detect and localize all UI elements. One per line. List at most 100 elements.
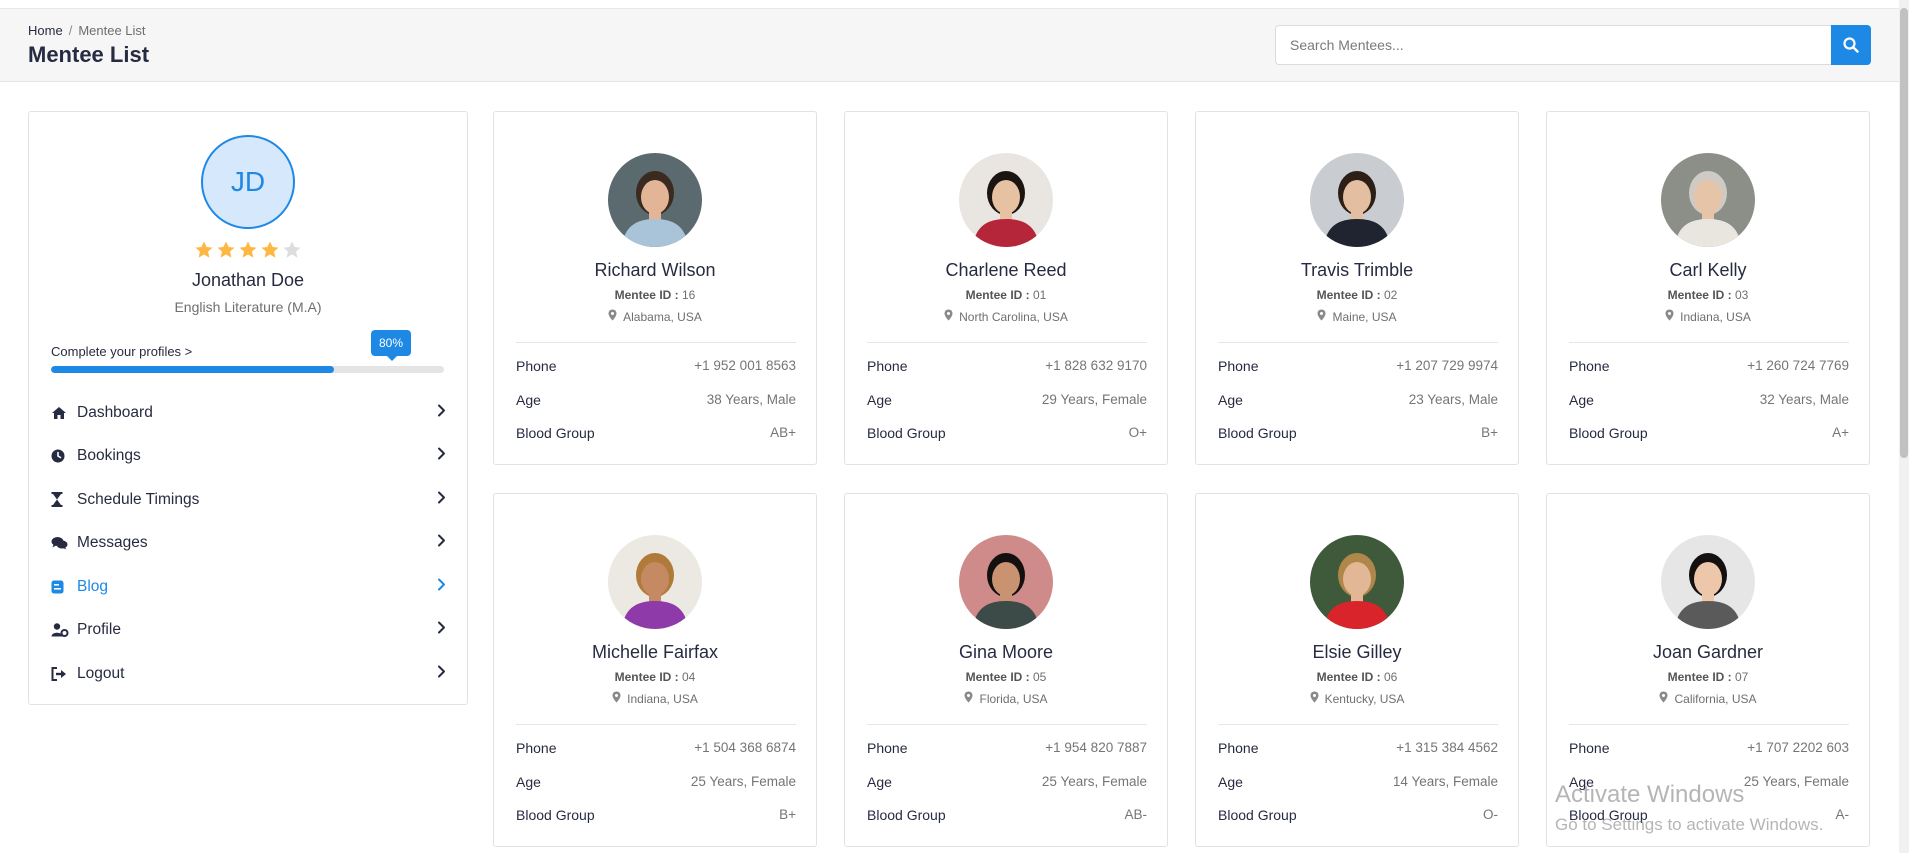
mentee-card[interactable]: Travis Trimble Mentee ID : 02 Maine, USA Ph…	[1195, 111, 1519, 465]
phone-value: +1 207 729 9974	[1396, 358, 1498, 373]
breadcrumb-separator: /	[68, 23, 73, 38]
mentee-card[interactable]: Charlene Reed Mentee ID : 01 North Carolin…	[844, 111, 1168, 465]
card-divider	[1569, 724, 1849, 725]
age-label: Age	[516, 392, 541, 408]
mentee-blood-row: Blood Group O+	[867, 425, 1147, 441]
blood-group-value: O+	[1128, 425, 1147, 440]
mentee-age-row: Age 32 Years, Male	[1569, 392, 1849, 408]
blood-group-value: O-	[1483, 807, 1498, 822]
mentee-name[interactable]: Michelle Fairfax	[494, 642, 816, 663]
sidebar-item-dashboard[interactable]: Dashboard	[51, 391, 446, 435]
profile-name: Jonathan Doe	[191, 270, 305, 290]
mentee-id-value: 04	[682, 670, 696, 684]
mentee-location-text: Indiana, USA	[1680, 309, 1751, 324]
map-marker-icon	[1317, 309, 1332, 324]
phone-label: Phone	[1218, 740, 1259, 756]
mentee-location-text: Kentucky, USA	[1324, 691, 1405, 706]
profile-progress-fill	[51, 366, 334, 373]
card-divider	[1569, 342, 1849, 343]
mentee-age-row: Age 14 Years, Female	[1218, 774, 1498, 790]
profile-progress-bar	[51, 366, 444, 373]
complete-profile-link[interactable]: Complete your profiles >	[51, 344, 192, 359]
blood-group-label: Blood Group	[516, 807, 595, 823]
user-cog-icon	[51, 623, 77, 638]
mentee-card[interactable]: Carl Kelly Mentee ID : 03 Indiana, USA Phon…	[1546, 111, 1870, 465]
mentee-id-value: 01	[1033, 288, 1047, 302]
sidebar-item-bookings[interactable]: Bookings	[51, 435, 446, 479]
mentee-name[interactable]: Gina Moore	[845, 642, 1167, 663]
mentee-card[interactable]: Michelle Fairfax Mentee ID : 04 Indiana, U…	[493, 493, 817, 847]
sidebar-item-schedule-timings[interactable]: Schedule Timings	[51, 478, 446, 522]
sidebar-item-profile[interactable]: Profile	[51, 609, 446, 653]
windows-watermark-subtitle: Go to Settings to activate Windows.	[1555, 815, 1824, 834]
mentee-age-row: Age 29 Years, Female	[867, 392, 1147, 408]
mentee-name[interactable]: Carl Kelly	[1547, 260, 1869, 281]
phone-value: +1 952 001 8563	[694, 358, 796, 373]
sidebar-item-label: Messages	[77, 534, 148, 552]
mentee-name[interactable]: Charlene Reed	[845, 260, 1167, 281]
mentee-location-text: North Carolina, USA	[959, 309, 1068, 324]
phone-value: +1 504 368 6874	[694, 740, 796, 755]
mentee-location: North Carolina, USA	[845, 309, 1167, 324]
phone-value: +1 707 2202 603	[1747, 740, 1849, 755]
chevron-right-icon	[437, 447, 446, 465]
scrollbar-thumb[interactable]	[1900, 8, 1908, 458]
phone-label: Phone	[867, 358, 908, 374]
phone-label: Phone	[1569, 740, 1610, 756]
mentee-name[interactable]: Richard Wilson	[494, 260, 816, 281]
star-empty-icon	[282, 240, 302, 260]
mentee-phone-row: Phone +1 952 001 8563	[516, 358, 796, 374]
mentee-photo[interactable]	[1661, 535, 1755, 629]
mentee-location-text: California, USA	[1674, 691, 1757, 706]
mentee-id: Mentee ID : 05	[845, 670, 1167, 684]
mentee-name[interactable]: Travis Trimble	[1196, 260, 1518, 281]
age-value: 32 Years, Male	[1759, 392, 1849, 407]
mentee-photo[interactable]	[1661, 153, 1755, 247]
card-divider	[867, 342, 1147, 343]
mentee-id: Mentee ID : 16	[494, 288, 816, 302]
card-divider	[867, 724, 1147, 725]
phone-value: +1 828 632 9170	[1045, 358, 1147, 373]
avatar: JD	[201, 135, 295, 229]
mentee-name[interactable]: Joan Gardner	[1547, 642, 1869, 663]
sidebar-item-label: Profile	[77, 621, 121, 639]
blood-group-label: Blood Group	[1569, 425, 1648, 441]
search-button[interactable]	[1831, 25, 1871, 65]
mentee-card[interactable]: Richard Wilson Mentee ID : 16 Alabama, USA…	[493, 111, 817, 465]
phone-label: Phone	[1569, 358, 1610, 374]
sidebar-item-logout[interactable]: Logout	[51, 652, 446, 696]
age-label: Age	[1569, 392, 1594, 408]
search-input[interactable]	[1275, 25, 1831, 65]
star-filled-icon	[260, 240, 280, 260]
card-divider	[516, 724, 796, 725]
sidebar-item-label: Blog	[77, 577, 109, 595]
mentee-location-text: Maine, USA	[1332, 309, 1397, 324]
breadcrumb-home-link[interactable]: Home	[28, 23, 63, 38]
mentee-photo[interactable]	[1310, 153, 1404, 247]
mentee-photo[interactable]	[1310, 535, 1404, 629]
mentee-blood-row: Blood Group AB-	[867, 807, 1147, 823]
phone-label: Phone	[516, 740, 557, 756]
mentee-name[interactable]: Elsie Gilley	[1196, 642, 1518, 663]
mentee-age-row: Age 25 Years, Female	[867, 774, 1147, 790]
mentee-card[interactable]: Gina Moore Mentee ID : 05 Florida, USA Phon…	[844, 493, 1168, 847]
star-filled-icon	[194, 240, 214, 260]
mentee-photo[interactable]	[959, 153, 1053, 247]
mentee-photo[interactable]	[608, 535, 702, 629]
sidebar-item-blog[interactable]: Blog	[51, 565, 446, 609]
map-marker-icon	[612, 691, 627, 706]
age-value: 25 Years, Female	[1041, 774, 1147, 789]
sidebar-item-label: Bookings	[77, 447, 141, 465]
mentee-photo[interactable]	[959, 535, 1053, 629]
mentee-location: Florida, USA	[845, 691, 1167, 706]
blood-group-label: Blood Group	[1218, 425, 1297, 441]
sidebar-item-messages[interactable]: Messages	[51, 522, 446, 566]
hourglass-icon	[51, 492, 77, 508]
mentee-location: Alabama, USA	[494, 309, 816, 324]
mentee-photo[interactable]	[608, 153, 702, 247]
map-marker-icon	[1310, 691, 1325, 706]
profile-sidebar: JD Jonathan Doe English Literature (M.A)…	[28, 111, 468, 705]
blood-group-label: Blood Group	[867, 807, 946, 823]
blood-group-label: Blood Group	[516, 425, 595, 441]
mentee-card[interactable]: Elsie Gilley Mentee ID : 06 Kentucky, USA P…	[1195, 493, 1519, 847]
